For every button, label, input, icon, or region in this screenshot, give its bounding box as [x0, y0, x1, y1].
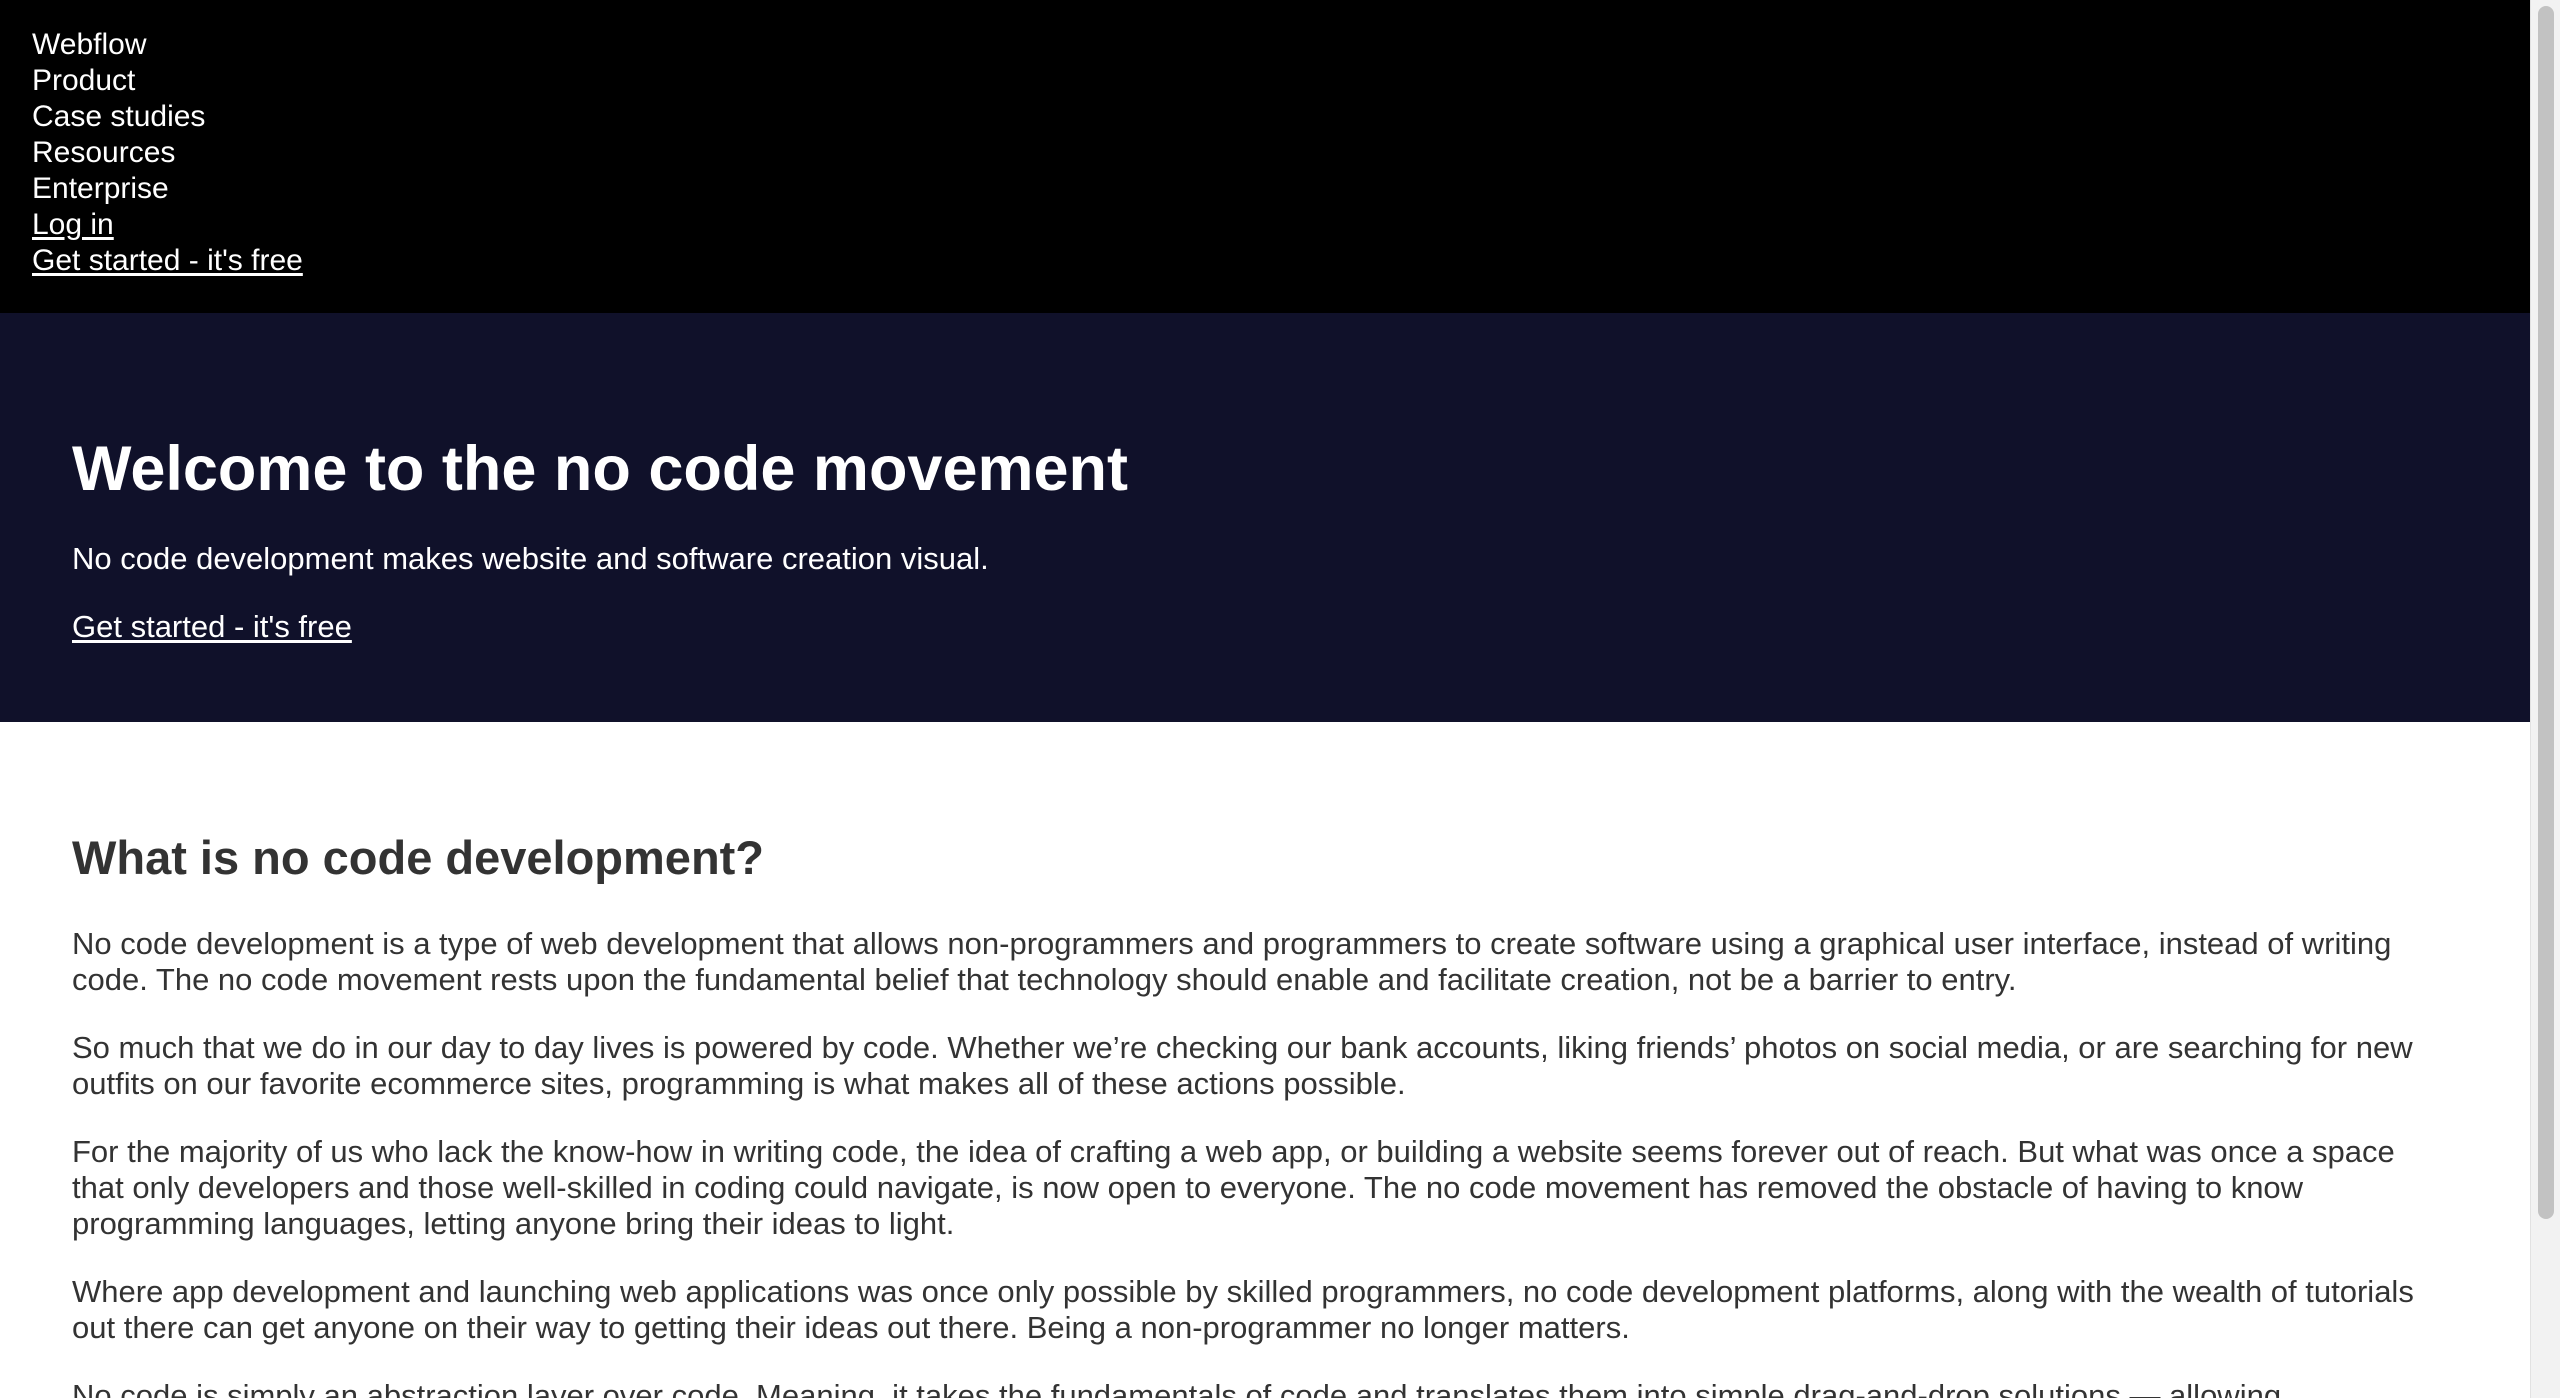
- article-paragraph: So much that we do in our day to day liv…: [72, 1030, 2413, 1101]
- login-link[interactable]: Log in: [32, 208, 114, 241]
- hero-get-started-link[interactable]: Get started - it's free: [72, 608, 352, 646]
- nav-item-webflow[interactable]: Webflow: [32, 27, 303, 63]
- article-paragraph: For the majority of us who lack the know…: [72, 1134, 2395, 1241]
- top-navigation: Webflow Product Case studies Resources E…: [0, 0, 2530, 313]
- article-paragraph: No code development is a type of web dev…: [72, 926, 2392, 997]
- hero-section: Welcome to the no code movement No code …: [0, 313, 2530, 722]
- article-body: No code development is a type of web dev…: [72, 926, 2452, 1398]
- article-paragraph: No code is simply an abstraction layer o…: [72, 1378, 2282, 1398]
- vertical-scrollbar[interactable]: [2530, 0, 2560, 1398]
- nav-item-enterprise[interactable]: Enterprise: [32, 171, 303, 207]
- nav-item-case-studies[interactable]: Case studies: [32, 99, 303, 135]
- nav-get-started-link[interactable]: Get started - it's free: [32, 244, 303, 277]
- article-heading: What is no code development?: [72, 831, 765, 884]
- hero-title: Welcome to the no code movement: [72, 434, 1129, 504]
- nav-item-resources[interactable]: Resources: [32, 135, 303, 171]
- article-paragraph: Where app development and launching web …: [72, 1274, 2414, 1345]
- nav-list: Webflow Product Case studies Resources E…: [32, 27, 303, 279]
- nav-get-started-item: Get started - it's free: [32, 243, 303, 279]
- browser-page: Webflow Product Case studies Resources E…: [0, 0, 2560, 1398]
- nav-item-product[interactable]: Product: [32, 63, 303, 99]
- scrollbar-thumb[interactable]: [2538, 6, 2554, 1219]
- page-content: Webflow Product Case studies Resources E…: [0, 0, 2530, 1398]
- nav-login-item: Log in: [32, 207, 303, 243]
- hero-subtitle: No code development makes website and so…: [72, 541, 989, 576]
